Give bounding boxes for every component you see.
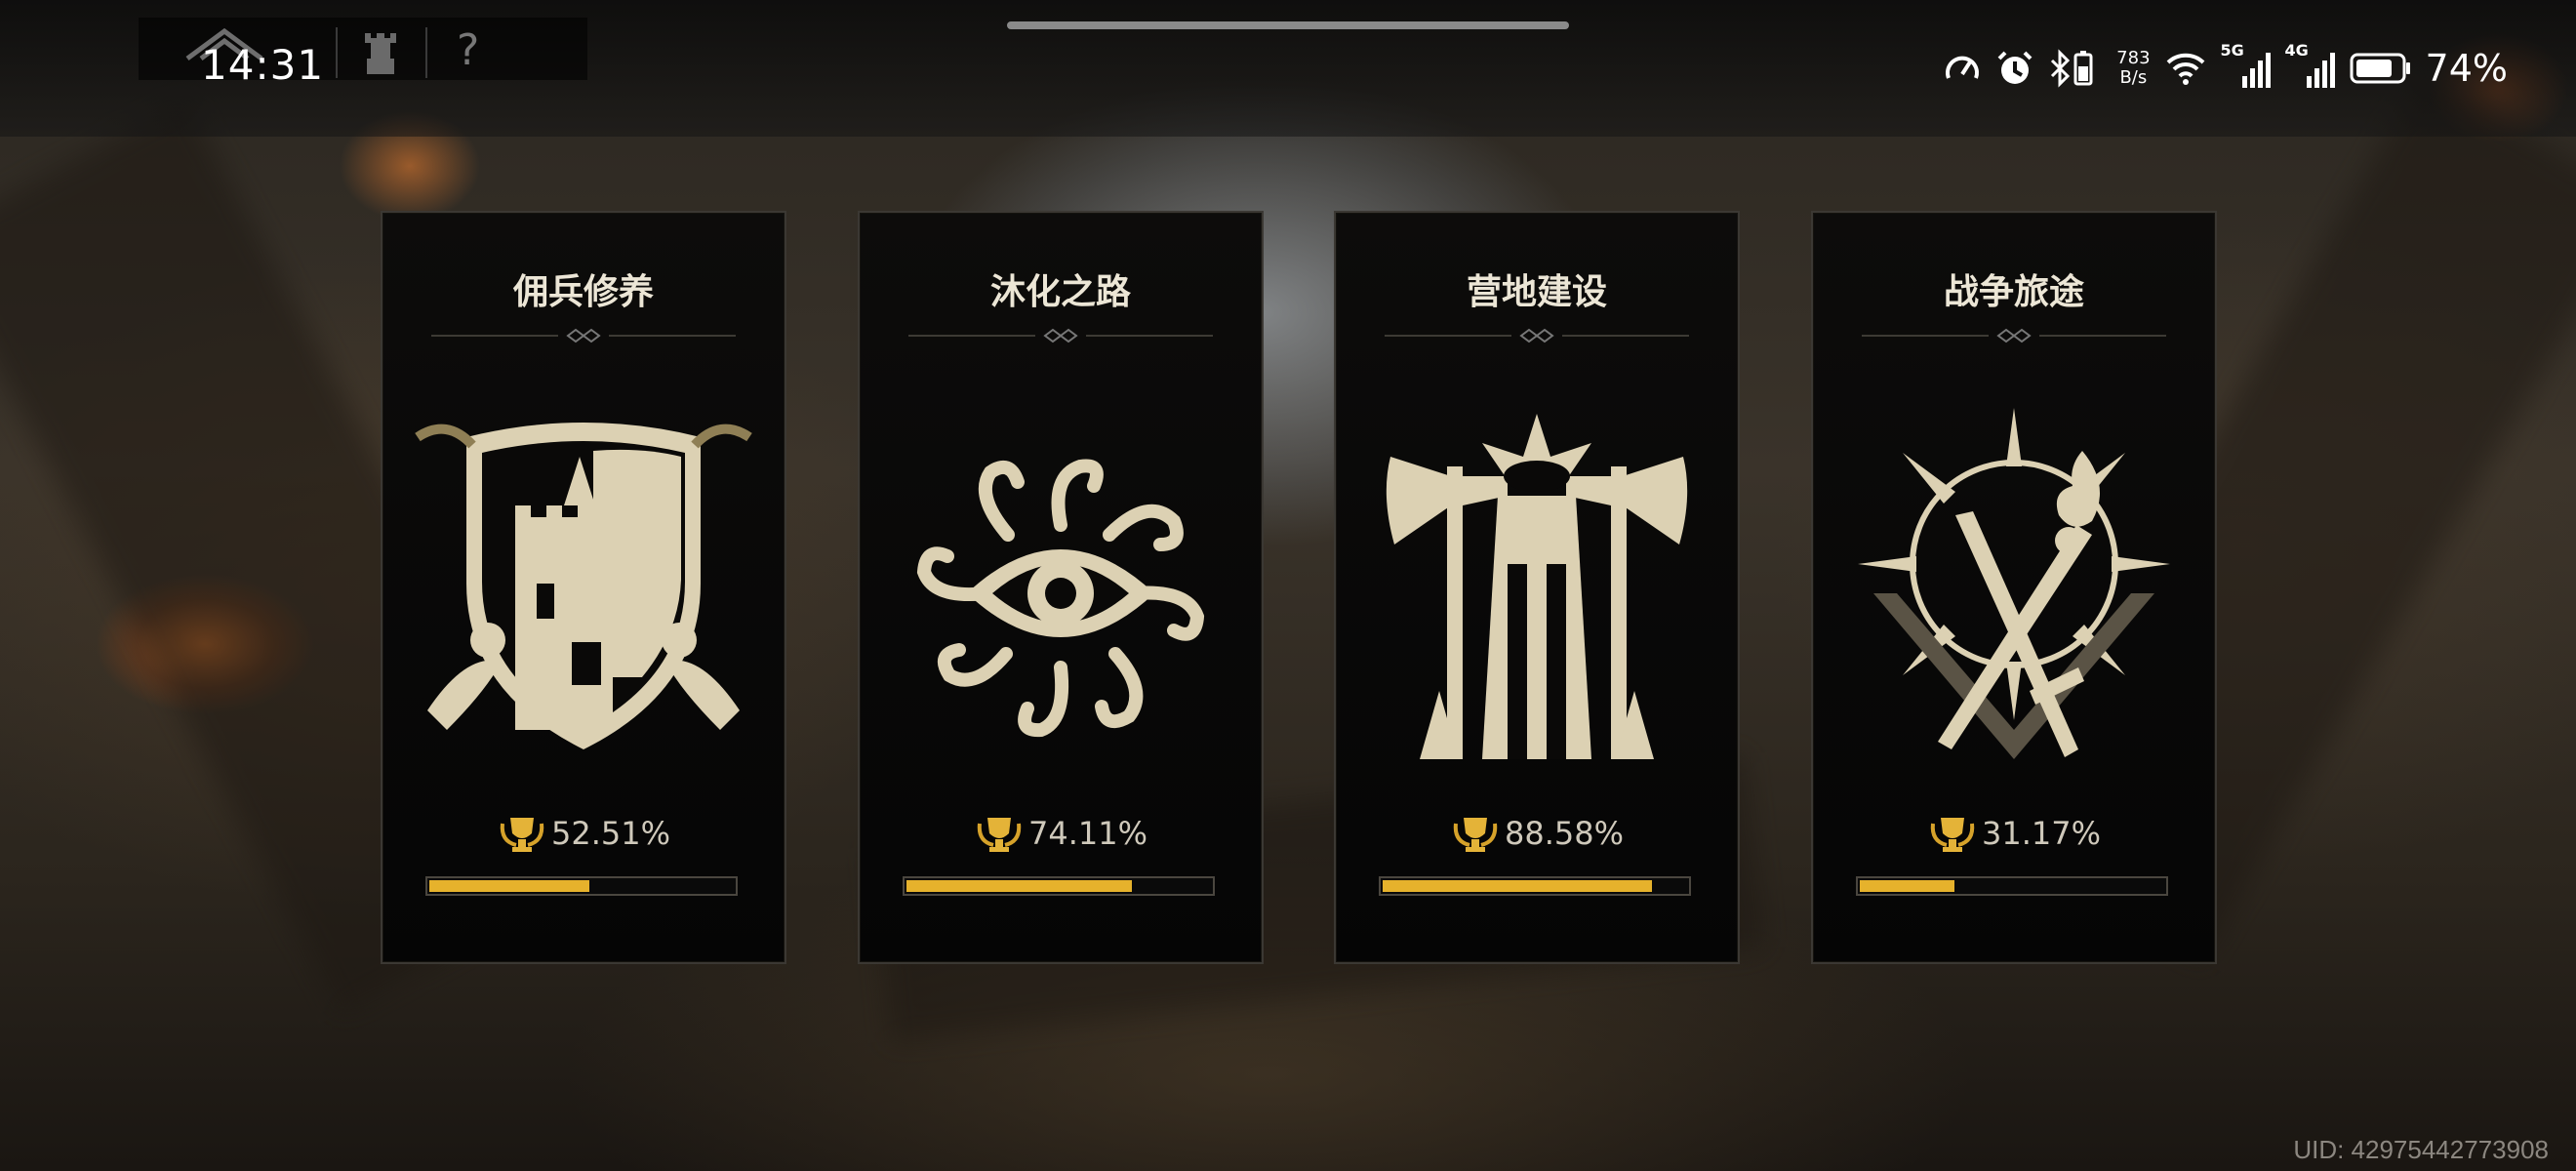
progress-bar (903, 876, 1215, 896)
trophy-icon (500, 818, 544, 852)
completion-row: 52.51% (382, 812, 785, 855)
category-card-war-journey[interactable]: 战争旅途 31.17% (1811, 211, 2217, 964)
help-icon[interactable]: ? (457, 25, 479, 75)
ornament-divider (908, 328, 1213, 343)
alarm-icon (1997, 51, 2033, 84)
castle-icon[interactable] (361, 29, 400, 76)
eye-tentacle-emblem (916, 459, 1205, 738)
completion-row: 88.58% (1336, 812, 1738, 855)
card-title: 营地建设 (1466, 271, 1607, 312)
bluetooth-battery-icon (2051, 49, 2093, 88)
user-id-label: UID: 42975442773908 (2293, 1135, 2549, 1164)
trophy-icon (977, 818, 1022, 852)
progress-fill (1383, 880, 1652, 892)
progress-bar (425, 876, 738, 896)
completion-percent: 52.51% (550, 815, 670, 852)
completion-row: 31.17% (1813, 812, 2215, 855)
progress-bar (1856, 876, 2168, 896)
battery-percent: 74% (2425, 47, 2508, 90)
trophy-icon (1930, 818, 1975, 852)
progress-fill (429, 880, 589, 892)
network-speed: 783 B/s (2116, 48, 2151, 88)
category-card-camp[interactable]: 营地建设 88.58% (1334, 211, 1740, 964)
ornament-divider (1862, 328, 2166, 343)
card-title: 战争旅途 (1943, 271, 2084, 312)
status-bar: 14:31 ? 783 B/s 5G 4G 74% (0, 0, 2576, 137)
completion-percent: 88.58% (1504, 815, 1624, 852)
progress-fill (1860, 880, 1954, 892)
completion-row: 74.11% (860, 812, 1262, 855)
card-title: 沐化之路 (989, 271, 1131, 312)
drag-handle[interactable] (1007, 21, 1569, 29)
wifi-icon (2166, 53, 2204, 85)
hud-divider (425, 27, 427, 78)
completion-percent: 31.17% (1981, 815, 2101, 852)
sword-torch-emblem (1858, 408, 2170, 759)
category-card-mercenary[interactable]: 佣兵修养 52.51% (381, 211, 786, 964)
completion-percent: 74.11% (1027, 815, 1147, 852)
card-title: 佣兵修养 (512, 271, 654, 312)
signal-4g-icon: 4G (2285, 41, 2336, 90)
shield-castle-emblem (415, 423, 752, 749)
progress-bar (1379, 876, 1691, 896)
system-status-icons: 783 B/s 5G 4G 74% (1943, 39, 2508, 98)
status-time: 14:31 (201, 41, 325, 89)
trophy-icon (1453, 818, 1498, 852)
progress-fill (906, 880, 1132, 892)
axes-tower-emblem (1386, 414, 1688, 759)
ornament-divider (1385, 328, 1689, 343)
hud-divider (336, 27, 338, 78)
ornament-divider (431, 328, 736, 343)
speedometer-icon (1946, 56, 1980, 79)
signal-5g-icon: 5G (2221, 41, 2272, 90)
category-card-path[interactable]: 沐化之路 74.11% (858, 211, 1264, 964)
battery-icon (2350, 53, 2410, 84)
